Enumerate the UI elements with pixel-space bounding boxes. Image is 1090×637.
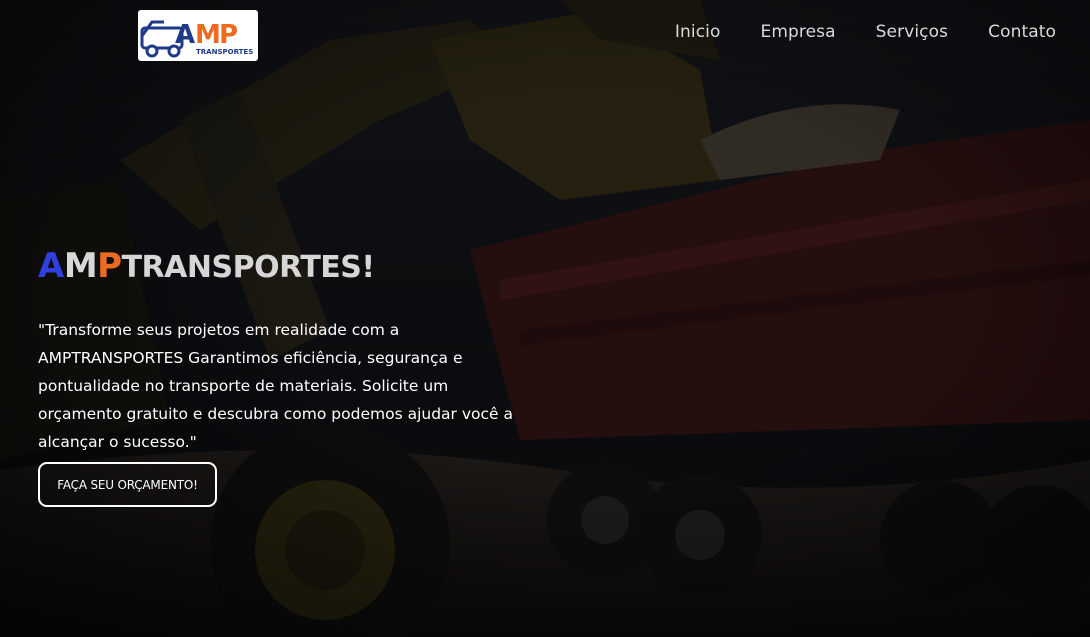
main-menu: Inicio Empresa Serviços Contato [675,22,1056,42]
headline-letter-p: P [97,246,122,286]
quote-request-button[interactable]: FAÇA SEU ORÇAMENTO! [38,462,217,507]
hero-description: "Transforme seus projetos em realidade c… [38,321,513,451]
hero-content: AMPTRANSPORTES! "Transforme seus projeto… [38,244,538,456]
hero-section: A M P TRANSPORTES Inicio Empresa Serviço… [0,0,1090,637]
hero-headline: AMPTRANSPORTES! [38,244,538,290]
nav-link-empresa[interactable]: Empresa [761,22,836,42]
svg-text:M: M [195,20,221,50]
svg-text:TRANSPORTES: TRANSPORTES [196,48,253,56]
top-navigation: A M P TRANSPORTES Inicio Empresa Serviço… [0,0,1090,64]
svg-text:P: P [219,20,238,50]
amp-logo[interactable]: A M P TRANSPORTES [138,10,258,61]
truck-logo-icon: A M P TRANSPORTES [140,20,253,58]
headline-rest: TRANSPORTES! [121,250,375,285]
nav-link-contato[interactable]: Contato [988,22,1056,42]
nav-link-servicos[interactable]: Serviços [876,22,948,42]
svg-text:A: A [175,20,195,50]
headline-letter-a: A [38,246,64,286]
headline-letter-m: M [63,246,98,286]
nav-link-inicio[interactable]: Inicio [675,22,721,42]
